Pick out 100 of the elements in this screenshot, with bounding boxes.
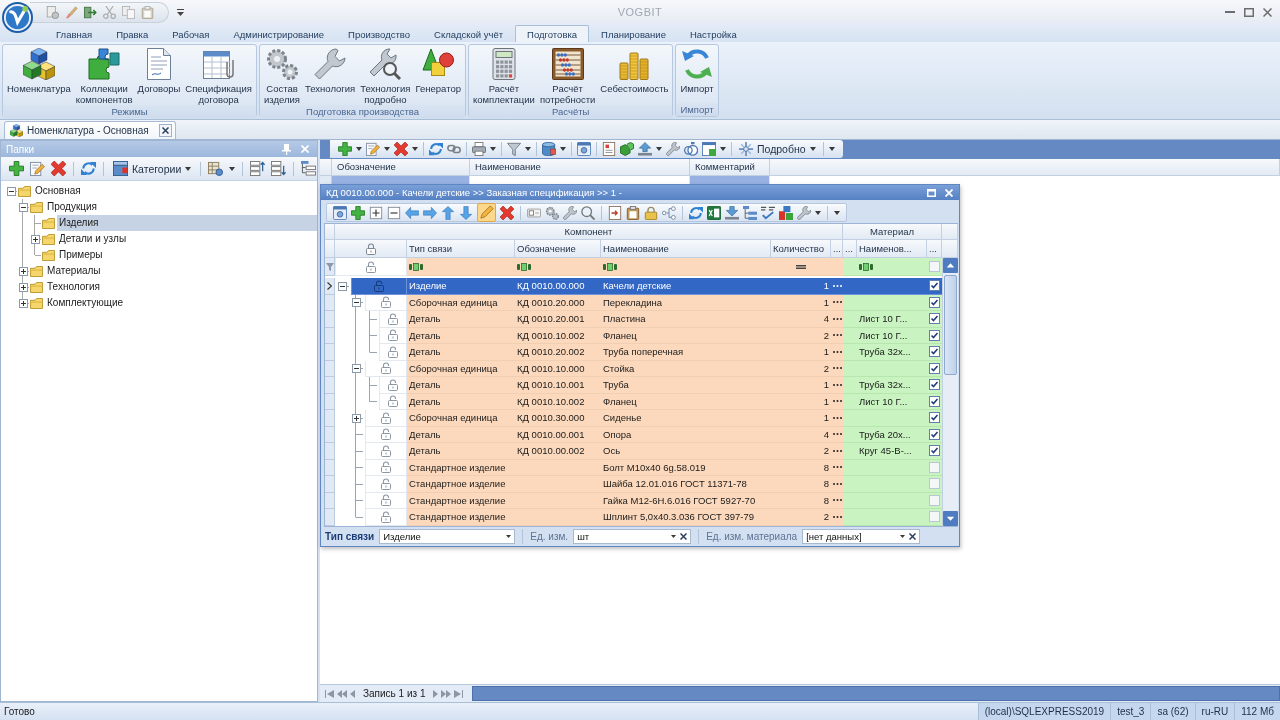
ribbon-button[interactable]: Себестоимость (598, 48, 671, 94)
next-page-icon[interactable] (441, 689, 452, 698)
collapse-icon[interactable] (18, 202, 28, 212)
caret-icon[interactable] (356, 147, 362, 151)
arrow-right-icon[interactable] (423, 205, 437, 220)
ribbon-tab[interactable]: Подготовка (515, 25, 590, 42)
toggle-icon[interactable] (527, 205, 541, 220)
window-icon[interactable] (333, 205, 347, 220)
ribbon-button[interactable]: Импорт (678, 48, 716, 94)
caret-icon[interactable] (815, 210, 821, 215)
ribbon-tab[interactable]: Правка (104, 25, 161, 42)
ellipsis-icon[interactable] (832, 284, 842, 287)
ellipsis-icon[interactable] (832, 499, 842, 502)
ribbon-button[interactable]: Генератор (413, 48, 463, 94)
clipboard-icon[interactable] (626, 205, 640, 220)
close-icon[interactable] (1263, 7, 1272, 17)
dropdown-field[interactable]: шт (573, 529, 692, 544)
previous-record-icon[interactable] (350, 689, 355, 698)
ribbon-tab[interactable]: Администрирование (221, 25, 337, 42)
delete-icon[interactable] (51, 161, 66, 176)
column-header[interactable]: Наименование (601, 240, 771, 258)
ellipsis-icon[interactable] (832, 416, 842, 419)
tree-item[interactable]: Детали и узлы (57, 231, 129, 247)
ribbon-tab[interactable]: Рабочая (160, 25, 222, 42)
expand-icon[interactable] (18, 282, 28, 292)
caret-icon[interactable] (828, 147, 835, 151)
cube-icon[interactable] (620, 142, 634, 156)
ellipsis-icon[interactable] (832, 350, 842, 353)
plus-icon[interactable] (9, 161, 24, 176)
gears-icon[interactable] (545, 205, 559, 220)
clipboard-icon[interactable] (141, 5, 154, 19)
customize-icon[interactable] (177, 8, 184, 16)
ellipsis-icon[interactable] (832, 317, 842, 320)
edit-icon[interactable] (30, 161, 45, 176)
arrow-down-icon[interactable] (459, 205, 473, 220)
caret-icon[interactable] (525, 147, 531, 151)
expand-icon[interactable] (18, 298, 28, 308)
filter-cell[interactable] (407, 258, 515, 276)
scroll-up-icon[interactable] (943, 258, 958, 273)
window-icon[interactable] (577, 142, 591, 156)
checkbox[interactable] (929, 261, 940, 272)
tree-item[interactable]: Примеры (57, 247, 105, 263)
upload-icon[interactable] (638, 142, 652, 156)
ribbon-button[interactable]: Расчёт комплектации (471, 48, 537, 105)
dropdown-field[interactable]: Изделие (379, 529, 516, 544)
filter-cell[interactable] (927, 258, 942, 276)
ellipsis-icon[interactable] (832, 301, 842, 304)
ellipsis-icon[interactable] (832, 400, 842, 403)
expand-icon[interactable] (351, 413, 361, 423)
ribbon-button[interactable]: Коллекции компонентов (73, 48, 135, 105)
filter-cell[interactable] (857, 258, 927, 276)
tree-item[interactable]: Продукция (45, 199, 100, 215)
ribbon-button[interactable]: Спецификация договора (183, 48, 254, 105)
document-tab[interactable]: Номенклатура - Основная (4, 121, 176, 139)
download-icon[interactable] (725, 205, 739, 220)
tree-list-icon[interactable] (743, 205, 757, 220)
arrow-up-icon[interactable] (441, 205, 455, 220)
caret-icon[interactable] (384, 147, 390, 151)
database-icon[interactable] (542, 142, 556, 156)
table-settings-icon[interactable] (208, 161, 224, 176)
column-header[interactable]: Комментарий (690, 159, 770, 176)
collapse-icon[interactable] (6, 186, 16, 196)
ellipsis-icon[interactable] (832, 334, 842, 337)
column-header[interactable]: Наименование (470, 159, 690, 176)
first-record-icon[interactable] (325, 689, 334, 698)
ribbon-button[interactable]: Состав изделия (262, 48, 302, 105)
ribbon-button[interactable]: Технология (303, 48, 358, 94)
report-icon[interactable] (602, 142, 616, 156)
ribbon-button[interactable]: Расчёт потребности (537, 48, 598, 105)
tree-item[interactable]: Основная (33, 183, 83, 199)
ribbon-button[interactable]: Технология подробно (358, 48, 413, 105)
horizontal-scrollbar[interactable] (472, 686, 1280, 701)
ellipsis-icon[interactable] (832, 367, 842, 370)
column-header[interactable]: Обозначение (332, 159, 470, 176)
spreadsheet-icon[interactable] (707, 205, 721, 220)
column-header[interactable]: Количество (771, 240, 831, 258)
row-indicator[interactable] (325, 278, 335, 295)
collapse-icon[interactable] (351, 298, 361, 308)
caret-icon[interactable] (834, 210, 840, 215)
arrow-left-icon[interactable] (405, 205, 419, 220)
nodes-icon[interactable] (662, 205, 676, 220)
document-icon[interactable] (46, 5, 59, 19)
refresh-icon[interactable] (429, 142, 443, 156)
last-record-icon[interactable] (454, 689, 464, 698)
ribbon-tab[interactable]: Планирование (589, 25, 678, 42)
ellipsis-icon[interactable] (832, 466, 842, 469)
details-button[interactable]: Подробно (737, 142, 818, 156)
column-header[interactable]: ... (831, 240, 843, 258)
close-button[interactable] (158, 124, 172, 137)
link-icon[interactable] (447, 142, 461, 156)
expand-icon[interactable] (30, 234, 40, 244)
scroll-down-icon[interactable] (943, 511, 958, 526)
printer-icon[interactable] (472, 142, 486, 156)
blocks-icon[interactable] (779, 205, 793, 220)
column-header[interactable]: ... (927, 240, 942, 258)
ellipsis-icon[interactable] (832, 515, 842, 518)
categories-button[interactable]: Категории (111, 161, 194, 176)
plus-icon[interactable] (351, 205, 365, 220)
filter-cell[interactable] (843, 258, 857, 276)
search-icon[interactable] (581, 205, 595, 220)
